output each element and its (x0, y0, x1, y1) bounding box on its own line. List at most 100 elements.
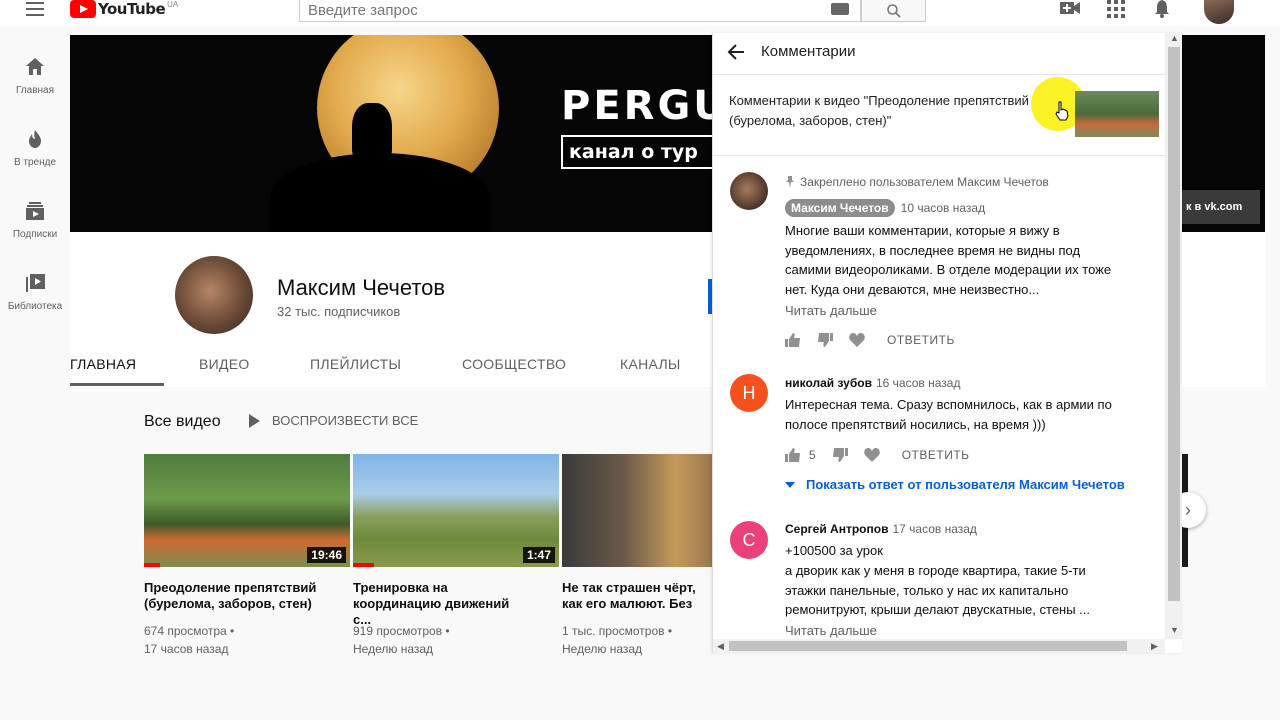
comment-actions: 5 ОТВЕТИТЬ (785, 448, 970, 462)
channel-avatar[interactable] (175, 256, 253, 334)
comment-text-line: +100500 за урок (785, 543, 883, 558)
comment-header: николай зубов 16 часов назад (785, 376, 960, 390)
scroll-up-icon[interactable]: ▲ (1170, 33, 1179, 43)
comment-actions: ОТВЕТИТЬ (785, 333, 955, 347)
video-thumbnail[interactable]: 1:47 (353, 454, 559, 567)
home-icon (26, 58, 44, 75)
play-icon (249, 413, 260, 428)
panel-title: Комментарии (761, 43, 856, 60)
video-views: 919 просмотров (353, 624, 443, 638)
play-all-label: ВОСПРОИЗВЕСТИ ВСЕ (272, 413, 419, 428)
dislike-icon[interactable] (817, 333, 833, 347)
search-input[interactable]: Введите запрос (299, 0, 861, 22)
search-icon (886, 3, 901, 18)
video-age: Неделю назад (353, 642, 434, 656)
video-duration: 1:47 (522, 547, 555, 563)
tab-community[interactable]: СООБЩЕСТВО (462, 356, 566, 372)
like-icon[interactable] (785, 448, 801, 462)
scroll-left-icon[interactable]: ◀ (717, 641, 724, 652)
tab-home[interactable]: ГЛАВНАЯ (70, 356, 136, 372)
comment-header: Максим Чечетов 10 часов назад (785, 199, 985, 217)
tab-channels[interactable]: КАНАЛЫ (620, 356, 681, 372)
video-title[interactable]: Тренировка на координацию движений с... (353, 580, 528, 628)
comment-avatar[interactable]: С (730, 521, 768, 559)
heart-icon[interactable] (863, 448, 880, 462)
caret-down-icon (785, 481, 795, 488)
pinned-text: Закреплено пользователем Максим Чечетов (800, 175, 1049, 189)
sidebar-item-library[interactable]: Библиотека (0, 273, 70, 312)
sidebar-item-subscriptions[interactable]: Подписки (0, 201, 70, 240)
comment-time[interactable]: 10 часов назад (901, 201, 985, 215)
scroll-down-icon[interactable]: ▼ (1170, 625, 1179, 635)
video-title[interactable]: Не так страшен чёрт, как его малюют. Без… (562, 580, 712, 612)
top-bar: YouTube UA Введите запрос (0, 0, 1280, 26)
video-age: Неделю назад (562, 642, 643, 656)
watch-progress (353, 563, 374, 567)
person-silhouette (352, 103, 392, 161)
comment-avatar[interactable]: Н (730, 374, 768, 412)
pin-icon (786, 176, 794, 188)
comment-time[interactable]: 17 часов назад (892, 522, 976, 536)
tab-underline (70, 383, 164, 386)
comment-time[interactable]: 16 часов назад (876, 376, 960, 390)
banner-title: PERGU (561, 83, 729, 129)
heart-icon[interactable] (849, 333, 865, 347)
show-reply-button[interactable]: Показать ответ от пользователя Максим Че… (785, 477, 1125, 492)
sidebar-item-label: Главная (15, 85, 55, 96)
watch-progress (144, 563, 161, 567)
reply-button[interactable]: ОТВЕТИТЬ (887, 333, 955, 347)
banner-link[interactable]: к в vk.com (1180, 190, 1260, 224)
search-button[interactable] (861, 0, 926, 22)
like-icon[interactable] (785, 333, 801, 347)
comment-header: Сергей Антропов 17 часов назад (785, 522, 977, 536)
horizontal-scrollbar-thumb[interactable] (729, 641, 1127, 651)
sidebar-item-home[interactable]: Главная (0, 57, 70, 96)
logo-text: YouTube (98, 0, 166, 18)
create-video-icon[interactable] (1060, 0, 1080, 16)
account-avatar[interactable] (1204, 0, 1234, 24)
trending-icon (29, 130, 41, 148)
vertical-scrollbar-thumb[interactable] (1168, 47, 1180, 601)
menu-icon[interactable] (26, 2, 44, 16)
keyboard-icon[interactable] (831, 3, 849, 15)
tab-videos[interactable]: ВИДЕО (199, 356, 250, 372)
video-age: 17 часов назад (144, 642, 229, 656)
read-more-link[interactable]: Читать дальше (785, 303, 877, 318)
subscriber-count: 32 тыс. подписчиков (277, 304, 401, 319)
comment-text: Многие ваши комментарии, которые я вижу … (785, 223, 1112, 297)
scroll-right-icon[interactable]: ▶ (1151, 641, 1158, 652)
video-views: 674 просмотра (144, 624, 227, 638)
notifications-icon[interactable] (1154, 0, 1170, 18)
comment-author[interactable]: николай зубов (785, 376, 872, 390)
video-thumbnail[interactable]: 19:46 (144, 454, 350, 567)
like-count: 5 (809, 448, 816, 462)
comment-author[interactable]: Максим Чечетов (785, 199, 895, 217)
read-more-link[interactable]: Читать дальше (785, 623, 877, 638)
pinned-label: Закреплено пользователем Максим Чечетов (785, 175, 1049, 189)
subscriptions-icon (26, 202, 44, 220)
video-duration: 19:46 (307, 547, 346, 563)
youtube-logo[interactable]: YouTube UA (70, 0, 178, 18)
video-meta: 919 просмотров • Неделю назад (353, 624, 450, 656)
video-views: 1 тыс. просмотров (562, 624, 665, 638)
section-title[interactable]: Все видео (144, 413, 221, 431)
divider (713, 155, 1165, 156)
sidebar-item-trending[interactable]: В тренде (0, 129, 70, 168)
sidebar-item-label: Подписки (12, 229, 58, 240)
apps-icon[interactable] (1107, 0, 1125, 18)
play-all-button[interactable]: ВОСПРОИЗВЕСТИ ВСЕ (249, 413, 418, 428)
video-meta: 674 просмотра • 17 часов назад (144, 624, 235, 656)
reply-button[interactable]: ОТВЕТИТЬ (902, 448, 970, 462)
video-reference-thumbnail[interactable] (1075, 91, 1159, 137)
tab-playlists[interactable]: ПЛЕЙЛИСТЫ (310, 356, 401, 372)
back-arrow-icon[interactable] (727, 43, 745, 61)
video-reference[interactable]: Комментарии к видео "Преодоление препятс… (729, 91, 1059, 131)
banner-subtitle: канал о тур (561, 135, 721, 169)
logo-region: UA (167, 0, 179, 9)
comment-avatar[interactable] (730, 172, 768, 210)
comment-author[interactable]: Сергей Антропов (785, 522, 888, 536)
dislike-icon[interactable] (832, 448, 848, 462)
video-meta: 1 тыс. просмотров • Неделю назад (562, 624, 673, 656)
video-title[interactable]: Преодоление препятствий (бурелома, забор… (144, 580, 319, 612)
panel-header: Комментарии (713, 33, 1165, 75)
